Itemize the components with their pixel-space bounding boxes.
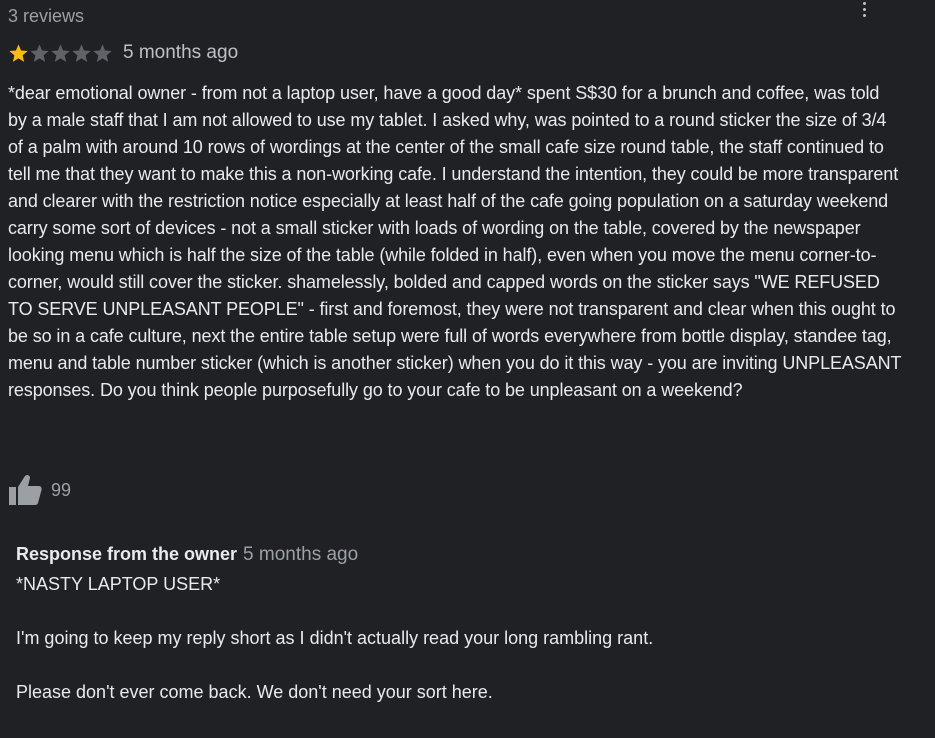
like-count: 99 xyxy=(51,479,72,500)
star-icon xyxy=(30,43,49,62)
owner-response-header: Response from the owner 5 months ago xyxy=(16,544,906,571)
owner-response-date: 5 months ago xyxy=(243,544,359,565)
like-section: 99 xyxy=(8,474,71,506)
thumbs-up-icon[interactable] xyxy=(8,474,42,506)
star-icon xyxy=(9,43,28,62)
owner-response-paragraph: *NASTY LAPTOP USER* xyxy=(16,574,221,594)
owner-response-paragraph: I'm going to keep my reply short as I di… xyxy=(16,628,654,648)
reviewer-review-count[interactable]: 3 reviews xyxy=(8,6,84,27)
owner-response-label: Response from the owner xyxy=(16,544,238,564)
owner-response: Response from the owner 5 months ago *NA… xyxy=(16,544,906,706)
review-text: *dear emotional owner - from not a lapto… xyxy=(8,83,902,400)
owner-response-text: *NASTY LAPTOP USER* I'm going to keep my… xyxy=(16,571,906,706)
more-options-button[interactable] xyxy=(856,0,872,18)
rating-row: 5 months ago xyxy=(8,42,238,64)
star-icon xyxy=(51,43,70,62)
star-icon xyxy=(93,43,112,62)
review-date: 5 months ago xyxy=(123,42,239,63)
star-icon xyxy=(72,43,91,62)
more-vert-icon-dot xyxy=(862,13,866,17)
more-vert-icon-dot xyxy=(862,7,866,11)
more-vert-icon xyxy=(862,1,866,5)
star-rating xyxy=(8,43,113,64)
owner-response-paragraph: Please don't ever come back. We don't ne… xyxy=(16,682,493,702)
